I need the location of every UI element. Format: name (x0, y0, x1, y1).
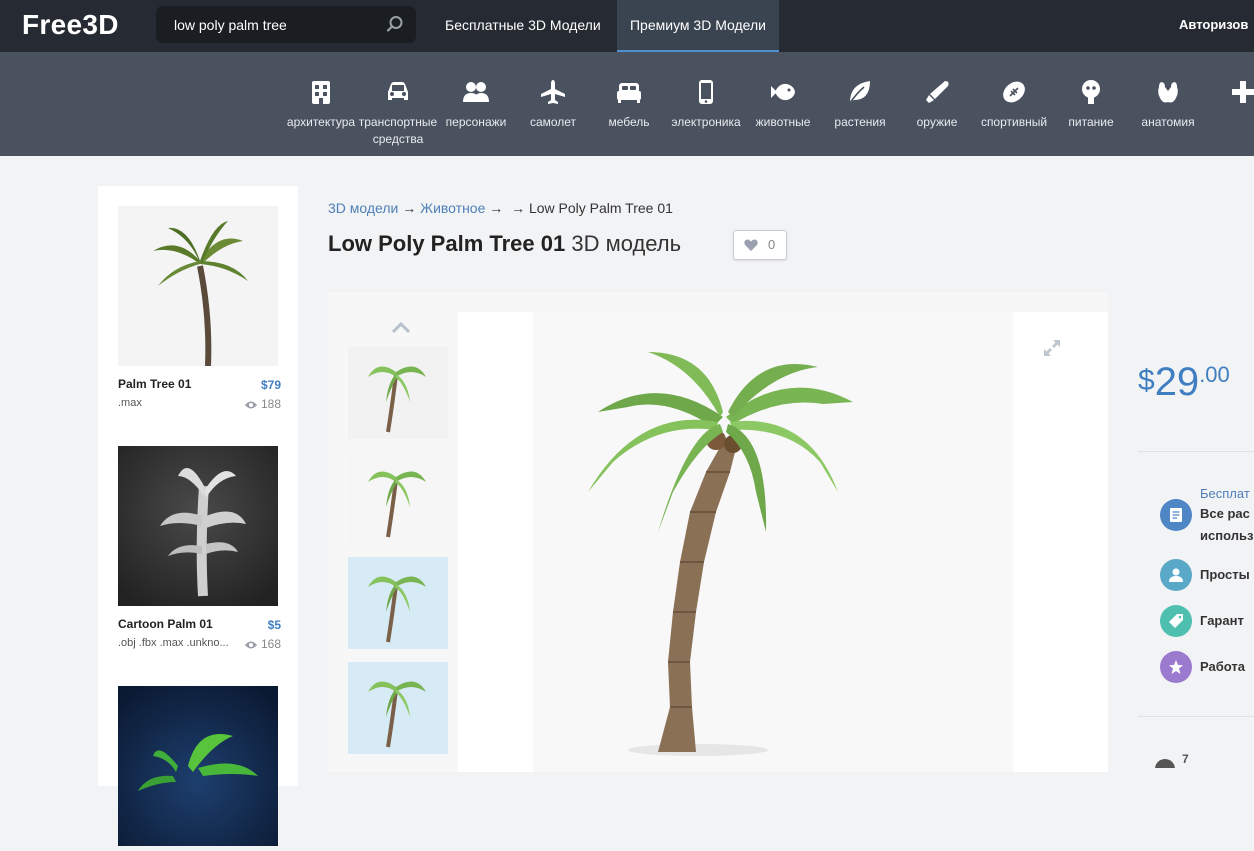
breadcrumb: 3D модели → Животное → → Low Poly Palm T… (328, 200, 673, 216)
bed-icon (617, 83, 641, 103)
divider (1138, 451, 1254, 452)
category-airplane[interactable]: самолет (523, 52, 583, 156)
document-icon (1170, 508, 1182, 522)
weapon-icon (926, 81, 949, 103)
food-icon (1082, 80, 1100, 104)
car-icon (388, 82, 408, 100)
related-model-price: $5 (267, 618, 281, 632)
feature-license-icon (1160, 499, 1192, 531)
gallery-thumbnail[interactable] (348, 557, 448, 649)
related-models-sidebar: Palm Tree 01 $79 .max 188 Cartoon Palm 0… (98, 186, 298, 846)
related-model-title[interactable]: Palm Tree 01 (118, 377, 191, 391)
main-preview-image[interactable] (458, 312, 1108, 772)
category-furniture[interactable]: мебель (599, 52, 659, 156)
breadcrumb-category[interactable]: Животное (420, 200, 485, 216)
feature-work-text: Работа (1200, 659, 1245, 674)
product-price: $29.00 (1138, 360, 1230, 404)
model-thumbnail[interactable] (118, 686, 278, 846)
nav-free-models[interactable]: Бесплатные 3D Модели (445, 0, 601, 52)
model-thumbnail[interactable] (118, 446, 278, 606)
feature-guarantee-icon (1160, 605, 1192, 637)
related-model-card[interactable] (118, 686, 278, 851)
fish-icon (771, 83, 795, 101)
divider (1138, 716, 1254, 717)
expand-icon[interactable] (1043, 339, 1061, 357)
bottom-count: 7 (1182, 752, 1189, 766)
search-box[interactable] (156, 6, 416, 43)
user-icon (1169, 568, 1183, 582)
plus-icon (1232, 81, 1254, 103)
feature-license-text: Все рас (1200, 506, 1250, 521)
building-icon (312, 81, 330, 104)
anatomy-icon (1158, 82, 1178, 103)
gallery-thumbnail[interactable] (348, 452, 448, 544)
info-icon (1155, 759, 1175, 768)
page-title: Low Poly Palm Tree 01 3D модель (328, 231, 682, 256)
related-model-card[interactable]: Palm Tree 01 $79 .max 188 (118, 206, 281, 411)
feature-work-icon (1160, 651, 1192, 683)
like-count: 0 (768, 237, 776, 252)
category-plants[interactable]: растения (830, 52, 890, 156)
gallery-thumbnail[interactable] (348, 347, 448, 439)
category-sports[interactable]: спортивный (981, 52, 1047, 156)
leaf-icon (849, 81, 870, 104)
eye-icon (244, 401, 257, 409)
people-icon (463, 82, 489, 102)
football-icon (1003, 81, 1025, 103)
category-characters[interactable]: персонажи (446, 52, 506, 156)
category-anatomy[interactable]: анатомия (1138, 52, 1198, 156)
site-logo[interactable]: Free3D (22, 9, 119, 41)
related-model-title[interactable]: Cartoon Palm 01 (118, 617, 213, 631)
related-model-formats: .max (118, 397, 142, 409)
category-electronics[interactable]: электроника (671, 52, 741, 156)
search-input[interactable] (174, 6, 374, 43)
category-food[interactable]: питание (1061, 52, 1121, 156)
main-preview[interactable] (458, 312, 1108, 772)
breadcrumb-current: Low Poly Palm Tree 01 (528, 200, 673, 216)
airplane-icon (541, 80, 565, 104)
chevron-up-icon[interactable] (392, 322, 410, 334)
top-bar: Free3D Бесплатные 3D Модели Премиум 3D М… (0, 0, 1254, 52)
feature-user-text: Просты (1200, 567, 1250, 582)
category-bar: архитектура транспортные средства персон… (0, 52, 1254, 156)
heart-icon (744, 239, 758, 251)
model-thumbnail[interactable] (118, 206, 278, 367)
category-vehicles[interactable]: транспортные средства (359, 52, 437, 156)
like-button[interactable]: 0 (733, 230, 787, 260)
related-model-views: 188 (244, 397, 281, 411)
related-model-formats: .obj .fbx .max .unkno... (118, 637, 229, 649)
related-model-price: $79 (260, 378, 281, 392)
free-label[interactable]: Бесплат (1200, 486, 1250, 501)
eye-icon (244, 641, 257, 649)
phone-icon (699, 80, 713, 104)
related-model-card[interactable]: Cartoon Palm 01 $5 .obj .fbx .max .unkno… (118, 446, 281, 651)
breadcrumb-root[interactable]: 3D модели (328, 200, 398, 216)
tag-icon (1169, 614, 1183, 628)
category-more[interactable] (1228, 52, 1254, 156)
related-model-views: 168 (244, 637, 281, 651)
category-animals[interactable]: животные (753, 52, 813, 156)
search-icon[interactable] (386, 15, 404, 33)
nav-login[interactable]: Авторизов (1179, 0, 1248, 52)
feature-guarantee-text: Гарант (1200, 613, 1244, 628)
category-weapons[interactable]: оружие (907, 52, 967, 156)
nav-premium-models[interactable]: Премиум 3D Модели (617, 0, 779, 52)
star-icon (1169, 660, 1183, 674)
gallery-thumbnail[interactable] (348, 662, 448, 754)
feature-license-text-2: использ (1200, 528, 1254, 543)
feature-user-icon (1160, 559, 1192, 591)
